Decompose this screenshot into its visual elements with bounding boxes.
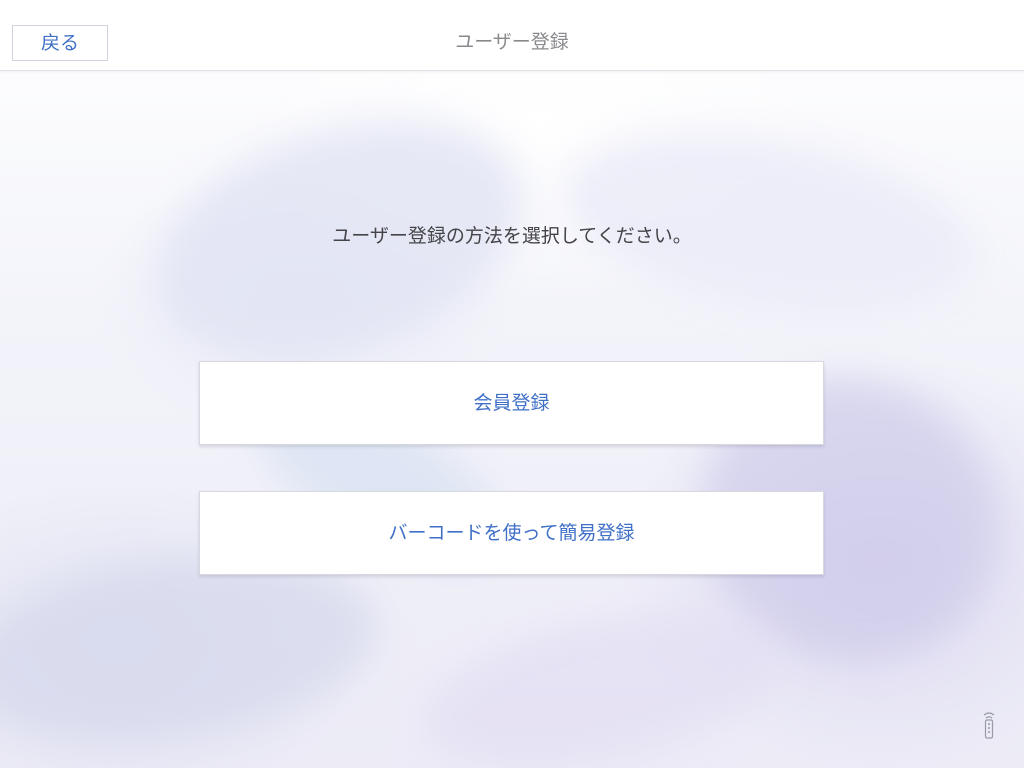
remote-signal-icon — [978, 710, 1000, 740]
back-button[interactable]: 戻る — [12, 25, 108, 61]
member-registration-button[interactable]: 会員登録 — [199, 361, 824, 445]
top-bar: 戻る ユーザー登録 — [0, 0, 1024, 71]
page-title: ユーザー登録 — [455, 31, 569, 53]
barcode-quick-registration-button[interactable]: バーコードを使って簡易登録 — [199, 491, 824, 575]
instruction-text: ユーザー登録の方法を選択してください。 — [332, 225, 692, 247]
